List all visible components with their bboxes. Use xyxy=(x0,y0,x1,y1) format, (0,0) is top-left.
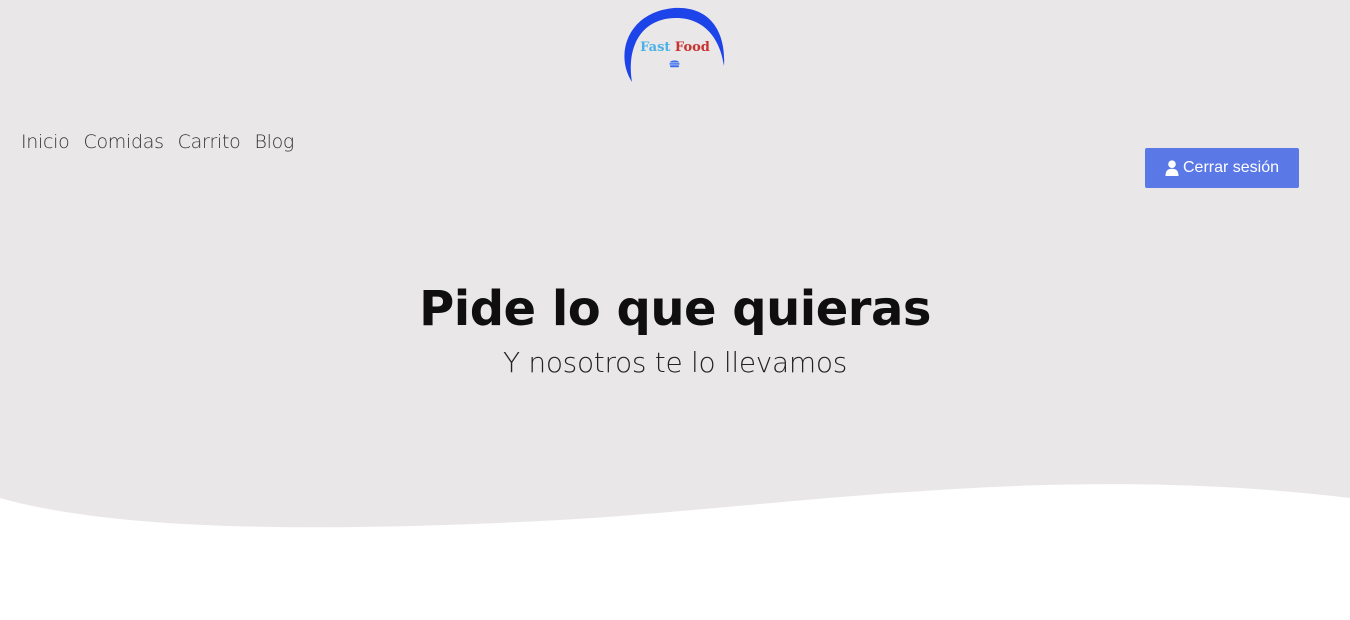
logo-word-food: Food xyxy=(674,40,710,55)
logo-word-fast: Fast xyxy=(640,40,671,55)
hero-title: Pide lo que quieras xyxy=(419,281,931,337)
main-nav: Inicio Comidas Carrito Blog xyxy=(21,128,294,156)
nav-item-comidas[interactable]: Comidas xyxy=(83,131,163,153)
logout-button[interactable]: Cerrar sesión xyxy=(1145,148,1299,188)
hero-wave-divider xyxy=(0,484,1350,620)
user-icon xyxy=(1165,160,1179,176)
nav-item-blog[interactable]: Blog xyxy=(254,131,294,153)
logo-wordmark: Fast Food xyxy=(620,40,730,55)
hero-section: Fast Food Inicio Comidas Carrito Blog Ce… xyxy=(0,0,1350,620)
logout-label: Cerrar sesión xyxy=(1182,159,1280,176)
nav-item-inicio[interactable]: Inicio xyxy=(21,131,70,153)
site-logo[interactable]: Fast Food xyxy=(620,4,730,86)
nav-item-carrito[interactable]: Carrito xyxy=(178,131,241,153)
hero-subtitle: Y nosotros te lo llevamos xyxy=(502,346,848,379)
burger-icon xyxy=(669,59,680,68)
page: Fast Food Inicio Comidas Carrito Blog Ce… xyxy=(0,0,1350,620)
